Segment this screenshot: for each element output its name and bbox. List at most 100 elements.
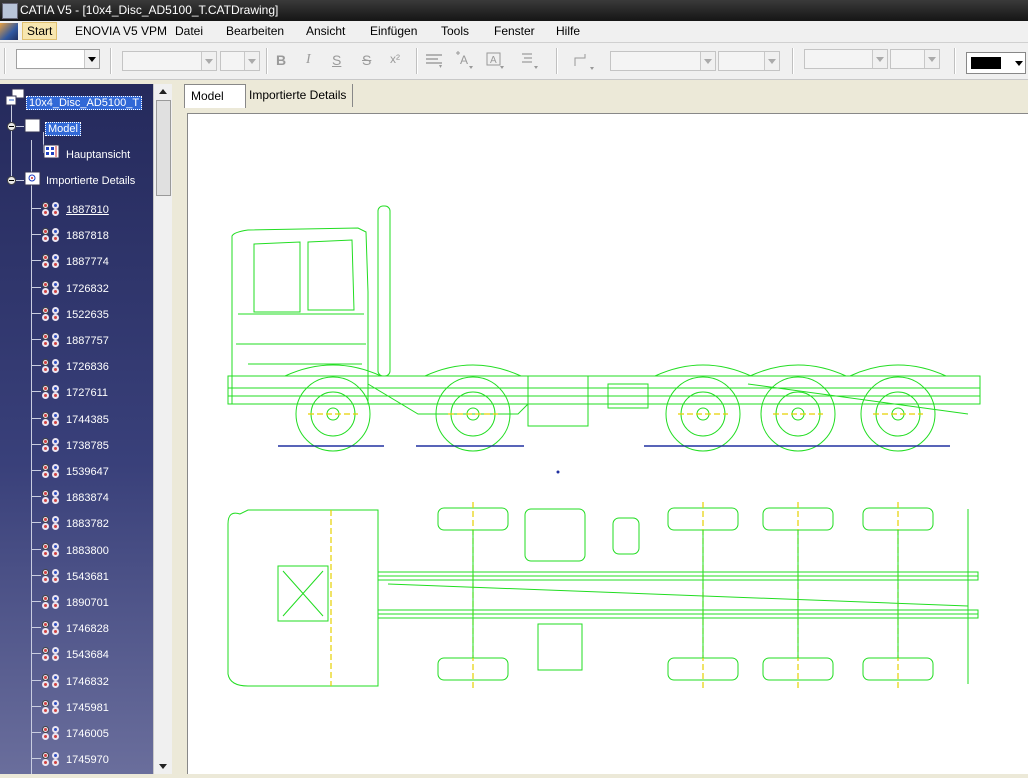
- tree-detail-item[interactable]: 1887757: [66, 335, 109, 347]
- menu-bearbeiten[interactable]: Bearbeiten: [226, 24, 284, 38]
- specification-tree: 10x4_Disc_AD5100_T Model Hauptansicht Im…: [0, 84, 153, 774]
- strikethrough-button[interactable]: S: [362, 52, 371, 68]
- tree-detail-item[interactable]: 1726832: [66, 283, 109, 295]
- tolerance-value-combo[interactable]: [890, 49, 940, 69]
- font-size-combo[interactable]: [220, 51, 260, 71]
- menu-einfuegen[interactable]: Einfügen: [370, 24, 417, 38]
- detail-part-icon[interactable]: [42, 254, 60, 266]
- menu-start[interactable]: Start: [22, 22, 58, 40]
- detail-part-icon[interactable]: [42, 437, 60, 450]
- detail-part-icon[interactable]: [42, 385, 60, 397]
- menu-ansicht[interactable]: Ansicht: [306, 24, 345, 38]
- tree-detail-item[interactable]: 1883782: [66, 518, 109, 530]
- style-combo[interactable]: [16, 49, 100, 69]
- detail-part-icon[interactable]: [42, 490, 60, 502]
- detail-part-icon[interactable]: [42, 280, 60, 293]
- detail-part-icon[interactable]: [42, 306, 60, 319]
- scroll-down-arrow-icon[interactable]: [155, 758, 171, 774]
- collapse-toggle[interactable]: [7, 176, 16, 185]
- toolbar-grip[interactable]: [4, 48, 6, 74]
- tree-detail-item[interactable]: 1539647: [66, 466, 109, 478]
- detail-part-icon[interactable]: [42, 228, 60, 240]
- tree-detail-item[interactable]: 1744385: [66, 414, 109, 426]
- detail-part-icon[interactable]: [42, 647, 60, 659]
- tree-detail-item[interactable]: 1887774: [66, 256, 109, 268]
- italic-button[interactable]: I: [306, 52, 311, 68]
- bold-button[interactable]: B: [276, 52, 286, 68]
- text-color-picker[interactable]: [966, 52, 1026, 74]
- chevron-down-icon[interactable]: [84, 50, 99, 68]
- chevron-down-icon[interactable]: [700, 52, 715, 70]
- tree-scrollbar[interactable]: [153, 84, 172, 774]
- dimension-format-combo[interactable]: [610, 51, 716, 71]
- superscript-button[interactable]: x²: [390, 52, 400, 66]
- detail-part-icon[interactable]: [42, 542, 60, 555]
- chevron-down-icon[interactable]: [201, 52, 216, 70]
- detail-part-icon[interactable]: [42, 411, 60, 424]
- tree-sheet-importierte-details[interactable]: Importierte Details: [46, 175, 135, 187]
- tree-detail-item[interactable]: 1883874: [66, 492, 109, 504]
- menu-fenster[interactable]: Fenster: [494, 24, 535, 38]
- frame-icon[interactable]: A: [484, 50, 506, 70]
- detail-part-icon[interactable]: [42, 699, 60, 712]
- tree-root-label[interactable]: 10x4_Disc_AD5100_T: [26, 96, 143, 110]
- tree-detail-item[interactable]: 1543684: [66, 649, 109, 661]
- dimension-precision-combo[interactable]: [718, 51, 780, 71]
- menu-tools[interactable]: Tools: [441, 24, 469, 38]
- collapse-toggle[interactable]: [7, 122, 16, 131]
- underline-button[interactable]: S: [332, 52, 341, 68]
- detail-part-icon[interactable]: [42, 673, 60, 686]
- dimension-style-icon[interactable]: [572, 50, 594, 70]
- detail-part-icon[interactable]: [42, 752, 60, 764]
- tab-importierte-details[interactable]: Importierte Details: [243, 84, 354, 107]
- align-left-icon[interactable]: [424, 50, 446, 70]
- detail-part-icon[interactable]: [42, 516, 60, 528]
- tree-detail-item[interactable]: 1883800: [66, 545, 109, 557]
- chevron-down-icon[interactable]: [1015, 61, 1023, 66]
- detail-part-icon[interactable]: [42, 568, 60, 581]
- detail-part-icon[interactable]: [42, 595, 60, 607]
- tab-model[interactable]: Model: [184, 84, 246, 108]
- font-name-combo[interactable]: [122, 51, 217, 71]
- tree-sheet-model[interactable]: Model: [45, 122, 81, 136]
- drawing-root-icon[interactable]: [4, 88, 26, 108]
- tree-detail-item[interactable]: 1887818: [66, 230, 109, 242]
- tree-view-hauptansicht[interactable]: Hauptansicht: [66, 149, 130, 161]
- detail-part-icon[interactable]: [42, 333, 60, 345]
- catia-app-icon[interactable]: [0, 23, 18, 40]
- tree-detail-item[interactable]: 1887810: [66, 204, 109, 216]
- menu-enovia[interactable]: ENOVIA V5 VPM: [75, 24, 167, 38]
- tree-detail-item[interactable]: 1746832: [66, 676, 109, 688]
- detail-part-icon[interactable]: [42, 621, 60, 633]
- scrollbar-thumb[interactable]: [156, 100, 171, 196]
- chevron-down-icon[interactable]: [244, 52, 259, 70]
- tree-detail-item[interactable]: 1543681: [66, 571, 109, 583]
- tree-detail-item[interactable]: 1726836: [66, 361, 109, 373]
- tree-detail-item[interactable]: 1745970: [66, 754, 109, 766]
- anchor-point-icon[interactable]: A: [454, 50, 476, 70]
- tree-detail-item[interactable]: 1746005: [66, 728, 109, 740]
- tolerance-format-combo[interactable]: [804, 49, 888, 69]
- tree-detail-item[interactable]: 1745981: [66, 702, 109, 714]
- detail-part-icon[interactable]: [42, 464, 60, 476]
- sheet-icon[interactable]: [24, 118, 42, 134]
- insert-symbol-icon[interactable]: [518, 50, 540, 70]
- tree-detail-item[interactable]: 1738785: [66, 440, 109, 452]
- tree-detail-item[interactable]: 1746828: [66, 623, 109, 635]
- chevron-down-icon[interactable]: [872, 50, 887, 68]
- tree-detail-item[interactable]: 1522635: [66, 309, 109, 321]
- detail-sheet-icon[interactable]: [24, 171, 42, 187]
- chevron-down-icon[interactable]: [764, 52, 779, 70]
- detail-part-icon[interactable]: [42, 359, 60, 371]
- view-icon[interactable]: [43, 144, 61, 160]
- menu-hilfe[interactable]: Hilfe: [556, 24, 580, 38]
- tree-detail-item[interactable]: 1890701: [66, 597, 109, 609]
- chevron-down-icon[interactable]: [924, 50, 939, 68]
- scroll-up-arrow-icon[interactable]: [155, 84, 171, 100]
- detail-part-icon[interactable]: [42, 726, 60, 738]
- detail-part-icon[interactable]: [42, 202, 60, 214]
- menu-datei[interactable]: Datei: [175, 24, 203, 38]
- catia-window-icon[interactable]: [2, 3, 18, 19]
- drawing-canvas[interactable]: [187, 113, 1028, 774]
- tree-detail-item[interactable]: 1727611: [66, 387, 108, 399]
